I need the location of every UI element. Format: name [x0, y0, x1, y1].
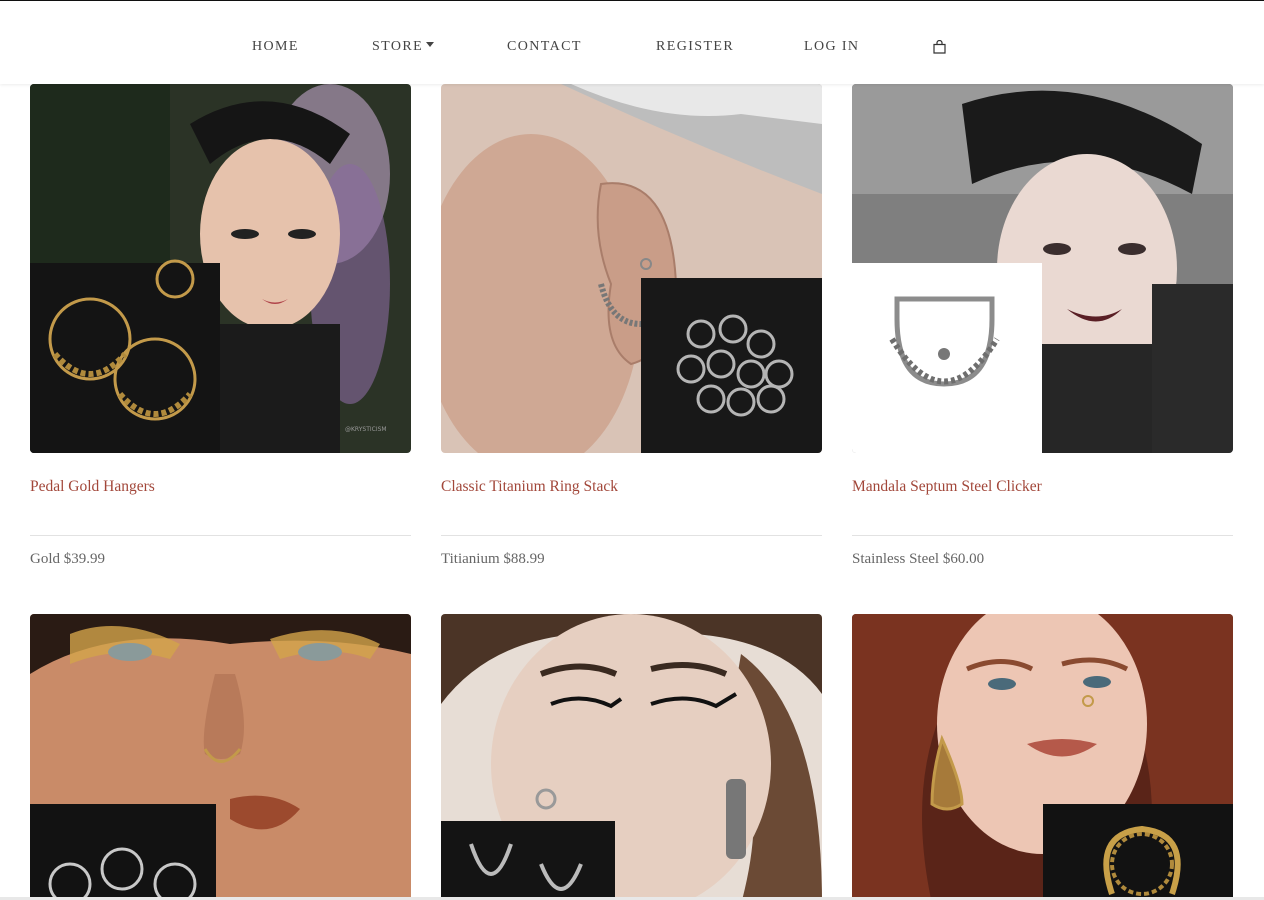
product-photo[interactable] — [441, 84, 822, 453]
divider — [441, 535, 822, 536]
shopping-bag-icon[interactable] — [933, 40, 946, 54]
nav-contact-link[interactable]: CONTACT — [507, 39, 582, 55]
product-card — [30, 614, 411, 900]
product-title-link[interactable]: Classic Titanium Ring Stack — [441, 478, 618, 496]
product-title-link[interactable]: Pedal Gold Hangers — [30, 478, 155, 496]
nav-store-label: STORE — [372, 39, 424, 54]
product-title-link[interactable]: Mandala Septum Steel Clicker — [852, 478, 1042, 496]
product-price: Titianium $88.99 — [441, 551, 545, 567]
product-price: Stainless Steel $60.00 — [852, 551, 985, 567]
product-price: Gold $39.99 — [30, 551, 105, 567]
product-card — [852, 614, 1233, 900]
nav-login-link[interactable]: LOG IN — [804, 39, 859, 55]
nav-register-link[interactable]: REGISTER — [656, 39, 734, 55]
product-card: Classic Titanium Ring Stack Titianium $8… — [441, 84, 822, 584]
caret-down-icon — [426, 42, 435, 47]
product-photo[interactable] — [30, 614, 411, 900]
main-navbar: HOME STORE CONTACT REGISTER LOG IN — [0, 1, 1264, 84]
product-card: @KRYSTICISM Pedal Gold Hangers Gold $39.… — [30, 84, 411, 584]
product-photo[interactable]: @KRYSTICISM — [30, 84, 411, 453]
product-card: Mandala Septum Steel Clicker Stainless S… — [852, 84, 1233, 584]
product-photo[interactable] — [852, 84, 1233, 453]
photo-watermark: @KRYSTICISM — [345, 426, 387, 433]
product-card — [441, 614, 822, 900]
nav-store-dropdown[interactable]: STORE — [372, 39, 435, 55]
divider — [852, 535, 1233, 536]
nav-home-link[interactable]: HOME — [252, 39, 299, 55]
product-photo[interactable] — [852, 614, 1233, 900]
product-photo[interactable] — [441, 614, 822, 900]
divider — [30, 535, 411, 536]
